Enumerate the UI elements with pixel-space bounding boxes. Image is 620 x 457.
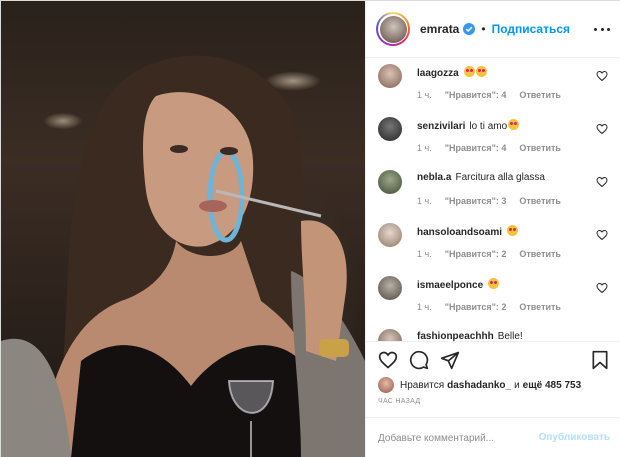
author-avatar[interactable] bbox=[376, 12, 410, 46]
heart-eyes-emoji-icon bbox=[507, 225, 519, 236]
more-options-icon[interactable] bbox=[594, 21, 610, 37]
heart-eyes-emoji-icon bbox=[508, 119, 520, 130]
heart-eyes-emoji-icon bbox=[488, 278, 500, 289]
separator-dot: • bbox=[481, 22, 486, 36]
commenter-avatar[interactable] bbox=[378, 276, 402, 300]
author-username[interactable]: emrata bbox=[420, 22, 459, 36]
likes-summary: Нравится dashadanko_ и ещё 485 753 bbox=[378, 376, 581, 394]
heart-icon[interactable] bbox=[378, 350, 398, 370]
comment-text: hansoloandsoami bbox=[417, 225, 519, 238]
comment-text: laagozza bbox=[417, 66, 487, 79]
comment-like-heart-icon[interactable] bbox=[596, 70, 608, 82]
instagram-post: emrata • Подписаться laagozza 1 ч. "Нрави… bbox=[0, 0, 620, 457]
comment-item: ismaeelponce 1 ч. "Нравится": 2 Ответить bbox=[366, 272, 620, 325]
comment-meta: 1 ч. "Нравится": 2 Ответить bbox=[417, 249, 574, 259]
comment-text: ismaeelponce bbox=[417, 278, 500, 291]
comment-likes[interactable]: "Нравится": 2 bbox=[445, 302, 507, 312]
comment-like-heart-icon[interactable] bbox=[596, 123, 608, 135]
commenter-username[interactable]: nebla.a bbox=[417, 172, 451, 183]
comment-meta: 1 ч. "Нравится": 2 Ответить bbox=[417, 302, 574, 312]
comment-meta: 1 ч. "Нравится": 4 Ответить bbox=[417, 143, 574, 153]
liker-avatar[interactable] bbox=[378, 377, 394, 393]
commenter-username[interactable]: ismaeelponce bbox=[417, 280, 483, 291]
comment-item: laagozza 1 ч. "Нравится": 4 Ответить bbox=[366, 60, 620, 113]
comment-like-heart-icon[interactable] bbox=[596, 282, 608, 294]
commenter-avatar[interactable] bbox=[378, 64, 402, 88]
comments-list[interactable]: laagozza 1 ч. "Нравится": 4 Ответить senzi… bbox=[366, 58, 620, 341]
comment-text: senzivilari lo ti amo bbox=[417, 119, 520, 132]
comment-time: 1 ч. bbox=[417, 90, 432, 100]
action-bar bbox=[366, 341, 620, 377]
comment-item-partial: fashionpeachhh Belle! bbox=[366, 325, 620, 341]
reply-button[interactable]: Ответить bbox=[519, 196, 561, 206]
likes-count[interactable]: ещё 485 753 bbox=[523, 380, 582, 391]
reply-button[interactable]: Ответить bbox=[519, 90, 561, 100]
commenter-username[interactable]: hansoloandsoami bbox=[417, 227, 502, 238]
comment-time: 1 ч. bbox=[417, 196, 432, 206]
comment-likes[interactable]: "Нравится": 4 bbox=[445, 143, 507, 153]
comment-time: 1 ч. bbox=[417, 143, 432, 153]
photo-illustration bbox=[1, 55, 365, 457]
comment-text: fashionpeachhh Belle! bbox=[417, 331, 523, 341]
comment-icon[interactable] bbox=[409, 350, 429, 370]
commenter-username[interactable]: senzivilari bbox=[417, 121, 465, 132]
comment-like-heart-icon[interactable] bbox=[596, 176, 608, 188]
comment-item: hansoloandsoami 1 ч. "Нравится": 2 Ответит… bbox=[366, 219, 620, 272]
reply-button[interactable]: Ответить bbox=[519, 302, 561, 312]
bookmark-icon[interactable] bbox=[590, 350, 610, 370]
post-timestamp[interactable]: ЧАС НАЗАД bbox=[378, 398, 420, 405]
publish-button[interactable]: Опубликовать bbox=[539, 432, 610, 443]
liker-username[interactable]: dashadanko_ bbox=[447, 380, 511, 391]
reply-button[interactable]: Ответить bbox=[519, 249, 561, 259]
comment-likes[interactable]: "Нравится": 2 bbox=[445, 249, 507, 259]
comment-meta: 1 ч. "Нравится": 4 Ответить bbox=[417, 90, 574, 100]
reply-button[interactable]: Ответить bbox=[519, 143, 561, 153]
share-icon[interactable] bbox=[440, 350, 460, 370]
commenter-avatar[interactable] bbox=[378, 117, 402, 141]
post-header: emrata • Подписаться bbox=[366, 1, 620, 58]
commenter-avatar[interactable] bbox=[378, 223, 402, 247]
comment-likes[interactable]: "Нравится": 3 bbox=[445, 196, 507, 206]
heart-eyes-emoji-icon bbox=[463, 66, 475, 77]
follow-button[interactable]: Подписаться bbox=[492, 22, 570, 36]
comment-time: 1 ч. bbox=[417, 249, 432, 259]
commenter-username[interactable]: fashionpeachhh bbox=[417, 331, 494, 341]
commenter-avatar[interactable] bbox=[378, 329, 402, 341]
post-photo[interactable] bbox=[1, 1, 365, 457]
comment-time: 1 ч. bbox=[417, 302, 432, 312]
comment-likes[interactable]: "Нравится": 4 bbox=[445, 90, 507, 100]
post-side-panel: emrata • Подписаться laagozza 1 ч. "Нрави… bbox=[365, 1, 620, 457]
comment-meta: 1 ч. "Нравится": 3 Ответить bbox=[417, 196, 574, 206]
comment-input[interactable] bbox=[378, 428, 538, 448]
commenter-avatar[interactable] bbox=[378, 170, 402, 194]
heart-eyes-emoji-icon bbox=[475, 66, 487, 77]
verified-icon bbox=[463, 23, 476, 35]
comment-item: senzivilari lo ti amo 1 ч. "Нравится": 4 От… bbox=[366, 113, 620, 166]
comment-item: nebla.a Farcitura alla glassa 1 ч. "Нравит… bbox=[366, 166, 620, 219]
commenter-username[interactable]: laagozza bbox=[417, 68, 459, 79]
add-comment-bar: Опубликовать bbox=[366, 417, 620, 457]
comment-like-heart-icon[interactable] bbox=[596, 229, 608, 241]
comment-text: nebla.a Farcitura alla glassa bbox=[417, 172, 545, 183]
